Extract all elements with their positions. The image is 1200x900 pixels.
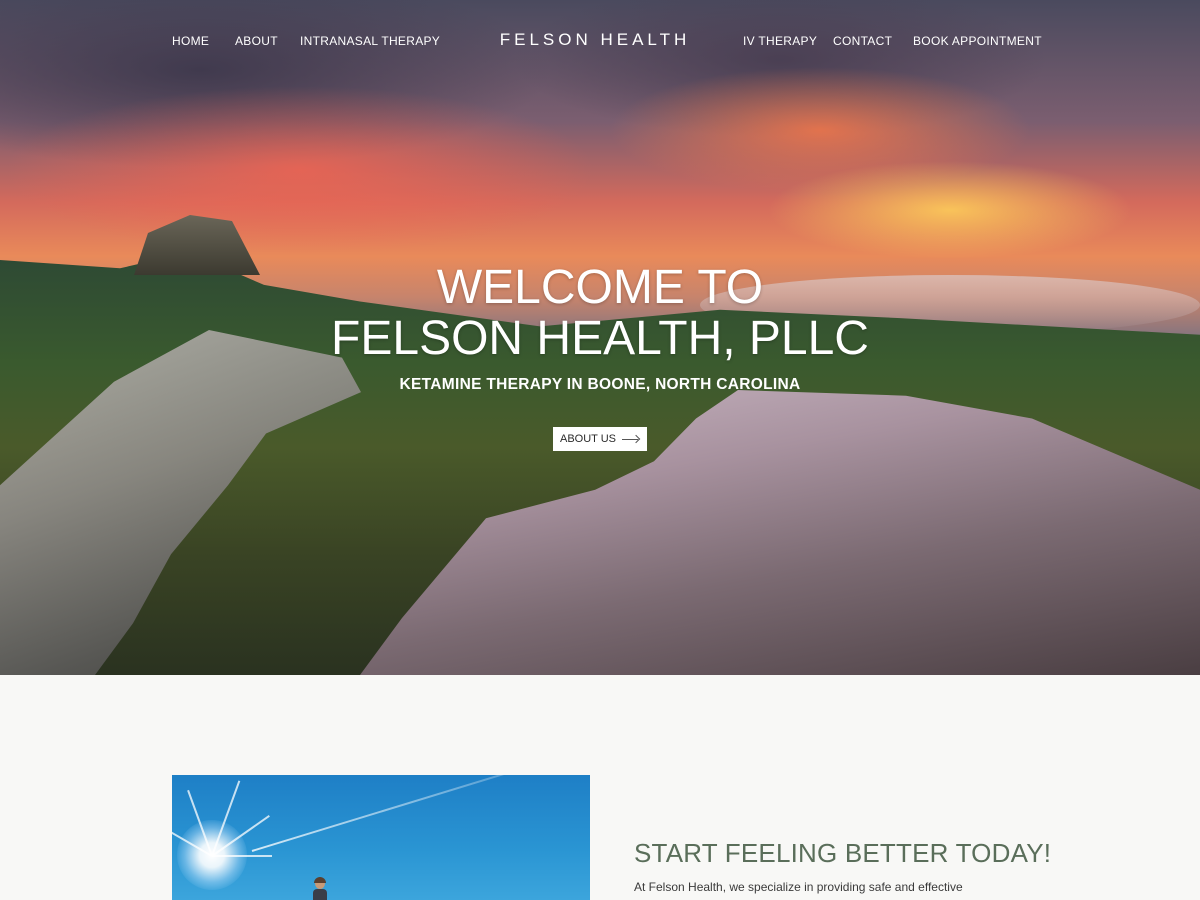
nav-link-iv-therapy[interactable]: IV THERAPY — [743, 34, 817, 48]
main-navigation: HOME ABOUT INTRANASAL THERAPY FELSON HEA… — [0, 0, 1200, 80]
arrow-right-icon — [622, 435, 640, 443]
intro-photo — [172, 775, 590, 900]
photo-sun-ray — [212, 855, 272, 857]
intro-heading: START FEELING BETTER TODAY! — [634, 838, 1052, 868]
hero-title: WELCOME TO FELSON HEALTH, PLLC — [0, 262, 1200, 364]
nav-link-contact[interactable]: CONTACT — [833, 34, 892, 48]
hero-subtitle: KETAMINE THERAPY IN BOONE, NORTH CAROLIN… — [399, 376, 801, 393]
hero-title-line-2: FELSON HEALTH, PLLC — [331, 312, 869, 365]
photo-person — [312, 877, 328, 900]
nav-link-book-appointment[interactable]: BOOK APPOINTMENT — [913, 34, 1042, 48]
hero-section: HOME ABOUT INTRANASAL THERAPY FELSON HEA… — [0, 0, 1200, 675]
about-us-button[interactable]: ABOUT US — [553, 427, 647, 451]
hero-title-line-1: WELCOME TO — [436, 261, 764, 314]
photo-contrail — [251, 775, 590, 852]
intro-text: At Felson Health, we specialize in provi… — [634, 880, 963, 894]
about-us-button-label: ABOUT US — [559, 433, 617, 445]
